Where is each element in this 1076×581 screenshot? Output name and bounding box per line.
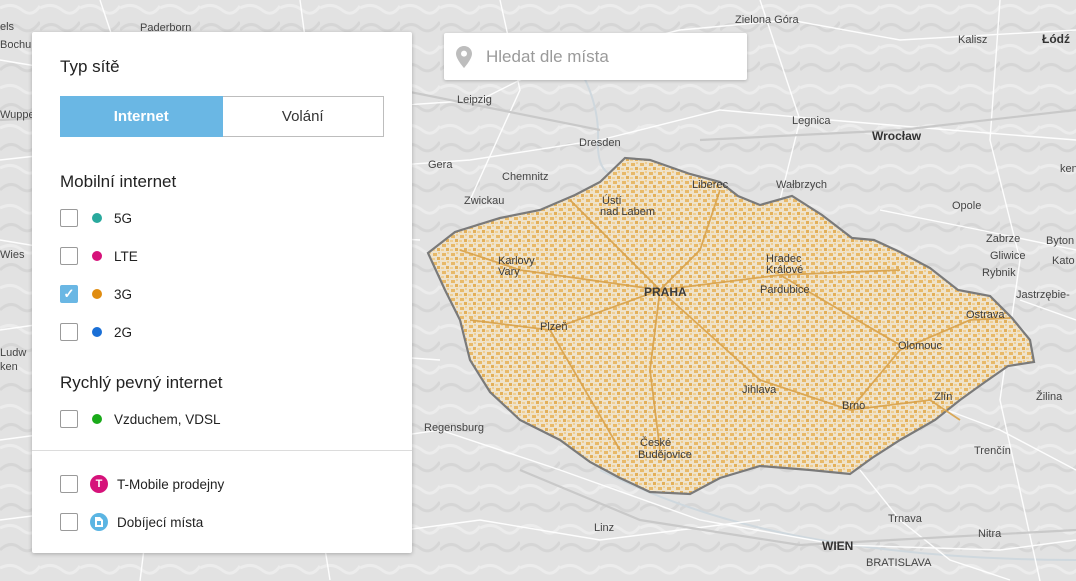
filter-vdsl[interactable]: Vzduchem, VDSL bbox=[60, 408, 221, 430]
checkbox-3g[interactable]: ✓ bbox=[60, 285, 78, 303]
city-label: Trenčín bbox=[974, 445, 1011, 457]
city-label: Zwickau bbox=[464, 195, 504, 207]
city-label: Trnava bbox=[888, 513, 923, 525]
filter-label-topup: Dobíjecí místa bbox=[117, 514, 204, 530]
city-label: České bbox=[640, 436, 671, 449]
legend-dot-5g bbox=[92, 213, 102, 223]
checkmark-icon: ✓ bbox=[63, 286, 75, 301]
city-label: Łódź bbox=[1042, 32, 1070, 46]
city-label: Liberec bbox=[692, 179, 729, 191]
city-label: Opole bbox=[952, 200, 981, 212]
city-label: Nitra bbox=[978, 528, 1002, 540]
city-label: Jastrzębie- bbox=[1016, 289, 1070, 301]
search-input[interactable] bbox=[484, 45, 738, 68]
city-label: Bochu bbox=[0, 39, 31, 51]
filter-lte[interactable]: LTE bbox=[60, 245, 138, 267]
city-label: Budějovice bbox=[638, 449, 692, 461]
city-label: Chemnitz bbox=[502, 171, 548, 183]
city-label: ken bbox=[1060, 163, 1076, 175]
filter-label-lte: LTE bbox=[114, 248, 138, 264]
city-label: Zlín bbox=[934, 391, 952, 403]
city-label: WIEN bbox=[822, 539, 853, 553]
legend-dot-vdsl bbox=[92, 414, 102, 424]
city-label: Vary bbox=[498, 266, 520, 278]
filter-3g[interactable]: ✓ 3G bbox=[60, 283, 132, 305]
city-label: Kato bbox=[1052, 255, 1075, 267]
legend-dot-2g bbox=[92, 327, 102, 337]
city-label: Wrocław bbox=[872, 129, 922, 143]
filter-topup[interactable]: Dobíjecí místa bbox=[60, 511, 203, 533]
network-type-toggle: Internet Volání bbox=[60, 96, 384, 137]
city-label: Olomouc bbox=[898, 340, 943, 352]
filter-label-5g: 5G bbox=[114, 210, 133, 226]
checkbox-2g[interactable] bbox=[60, 323, 78, 341]
filter-label-stores: T-Mobile prodejny bbox=[117, 476, 225, 492]
city-label: Jihlava bbox=[742, 384, 777, 396]
city-label: PRAHA bbox=[644, 285, 687, 299]
city-label: Pardubice bbox=[760, 284, 810, 296]
city-label: Zielona Góra bbox=[735, 14, 799, 26]
city-label: Byton bbox=[1046, 235, 1074, 247]
city-label: Králové bbox=[766, 264, 803, 276]
panel-divider bbox=[32, 450, 412, 451]
city-label: Legnica bbox=[792, 115, 831, 127]
tab-internet[interactable]: Internet bbox=[60, 96, 223, 137]
location-pin-icon bbox=[456, 45, 472, 68]
city-label: BRATISLAVA bbox=[866, 557, 932, 569]
city-label: Žilina bbox=[1036, 390, 1063, 403]
city-label: nad Labem bbox=[600, 206, 655, 218]
network-type-title: Typ sítě bbox=[60, 57, 120, 76]
filter-5g[interactable]: 5G bbox=[60, 207, 132, 229]
city-label: Wies bbox=[0, 249, 25, 261]
filter-panel: Typ sítě Internet Volání Mobilní interne… bbox=[32, 32, 412, 553]
city-label: Kalisz bbox=[958, 34, 987, 46]
checkbox-stores[interactable] bbox=[60, 475, 78, 493]
city-label: Leipzig bbox=[457, 94, 492, 106]
tab-calls[interactable]: Volání bbox=[222, 96, 384, 137]
city-label: Gliwice bbox=[990, 250, 1025, 262]
checkbox-vdsl[interactable] bbox=[60, 410, 78, 428]
city-label: Linz bbox=[594, 522, 614, 534]
city-label: Brno bbox=[842, 400, 865, 412]
city-label: Zabrze bbox=[986, 233, 1020, 245]
city-label: Regensburg bbox=[424, 422, 484, 434]
legend-dot-3g bbox=[92, 289, 102, 299]
city-label: Ludw bbox=[0, 347, 26, 359]
city-label: Wuppe bbox=[0, 109, 35, 121]
city-label: Gera bbox=[428, 159, 453, 171]
filter-2g[interactable]: 2G bbox=[60, 321, 132, 343]
t-mobile-logo-icon: T bbox=[90, 475, 108, 493]
mobile-internet-title: Mobilní internet bbox=[60, 172, 177, 191]
city-label: els bbox=[0, 21, 15, 33]
legend-dot-lte bbox=[92, 251, 102, 261]
city-label: Dresden bbox=[579, 137, 621, 149]
search-box[interactable] bbox=[444, 33, 747, 80]
city-label: Wałbrzych bbox=[776, 179, 827, 191]
city-label: Plzeň bbox=[540, 321, 568, 333]
checkbox-5g[interactable] bbox=[60, 209, 78, 227]
city-label: ken bbox=[0, 361, 18, 373]
filter-label-2g: 2G bbox=[114, 324, 133, 340]
checkbox-topup[interactable] bbox=[60, 513, 78, 531]
sim-card-icon bbox=[90, 513, 108, 531]
fixed-internet-title: Rychlý pevný internet bbox=[60, 373, 223, 392]
filter-stores[interactable]: T T-Mobile prodejny bbox=[60, 473, 224, 495]
filter-label-3g: 3G bbox=[114, 286, 133, 302]
city-label: Ostrava bbox=[966, 309, 1005, 321]
city-label: Rybnik bbox=[982, 267, 1016, 279]
checkbox-lte[interactable] bbox=[60, 247, 78, 265]
filter-label-vdsl: Vzduchem, VDSL bbox=[114, 411, 221, 427]
